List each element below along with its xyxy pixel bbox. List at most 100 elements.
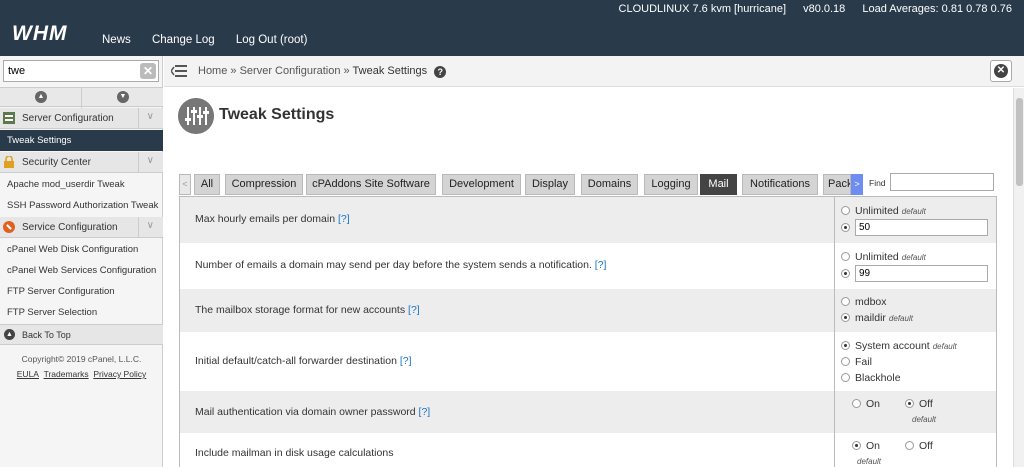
sidebar-item-webdisk-config[interactable]: cPanel Web Disk Configuration (0, 239, 163, 260)
setting-row: Max hourly emails per domain [?] Unlimit… (180, 197, 996, 243)
tab-domains[interactable]: Domains (581, 174, 638, 195)
tabs-prev-button[interactable]: < (179, 174, 191, 195)
tab-display[interactable]: Display (525, 174, 575, 195)
sidebar-group-service-configuration[interactable]: Service Configuration ∨ (0, 217, 163, 238)
setting-options: On Off default (834, 433, 996, 467)
privacy-policy-link[interactable]: Privacy Policy (93, 369, 146, 379)
help-link[interactable]: [?] (400, 355, 412, 367)
changelog-link[interactable]: Change Log (152, 34, 215, 46)
help-icon[interactable]: ? (434, 66, 447, 78)
tabs-next-button[interactable]: > (851, 174, 863, 195)
setting-label: Initial default/catch-all forwarder dest… (195, 355, 397, 367)
back-to-top-button[interactable]: ▲ Back To Top (0, 324, 163, 345)
load-averages: Load Averages: 0.81 0.78 0.76 (862, 3, 1012, 15)
find-label: Find (869, 178, 886, 188)
chevron-down-icon[interactable]: ∨ (147, 220, 154, 231)
radio-off[interactable]: Off (905, 398, 933, 410)
eula-link[interactable]: EULA (17, 369, 39, 379)
whm-logo[interactable]: WHM (12, 22, 88, 44)
radio-system-account[interactable]: System account default (841, 340, 957, 352)
setting-row: Mail authentication via domain owner pas… (180, 391, 996, 433)
radio-blackhole[interactable]: Blackhole (841, 372, 901, 384)
radio-unlimited[interactable]: Unlimited default (841, 205, 926, 217)
settings-table: Max hourly emails per domain [?] Unlimit… (179, 196, 997, 467)
sidebar-search-input[interactable]: twe ✕ (3, 60, 159, 82)
radio-on[interactable]: On (852, 440, 880, 452)
radio-unlimited[interactable]: Unlimited default (841, 251, 926, 263)
sidebar-item-apache-userdir[interactable]: Apache mod_userdir Tweak (0, 174, 163, 195)
version-info: v80.0.18 (803, 3, 846, 15)
sidebar-scroll-arrows: ▲ ▼ (0, 87, 163, 108)
tab-packages[interactable]: Pack (823, 174, 851, 195)
breadcrumb-server-configuration[interactable]: Server Configuration (240, 65, 341, 77)
breadcrumb-home[interactable]: Home (198, 65, 227, 77)
radio-maildir[interactable]: maildir default (841, 312, 913, 324)
help-link[interactable]: [?] (595, 259, 607, 271)
page-scrollbar[interactable] (1013, 88, 1024, 467)
tweak-settings-icon (178, 98, 214, 134)
radio-on[interactable]: On (852, 398, 880, 410)
scroll-up-icon[interactable]: ▲ (35, 91, 47, 103)
tab-all[interactable]: All (194, 174, 220, 195)
logout-link[interactable]: Log Out (root) (236, 34, 308, 46)
clear-search-icon[interactable]: ✕ (140, 63, 156, 79)
setting-row: The mailbox storage format for new accou… (180, 289, 996, 332)
menu-toggle-icon[interactable] (171, 64, 187, 78)
back-to-top-label: Back To Top (22, 330, 71, 340)
chevron-down-icon[interactable]: ∨ (147, 155, 154, 166)
scroll-down-icon[interactable]: ▼ (117, 91, 129, 103)
sidebar-footer: Copyright© 2019 cPanel, L.L.C. EULA Trad… (0, 352, 163, 382)
setting-options: Unlimited default 99 (834, 243, 996, 289)
setting-label: Mail authentication via domain owner pas… (195, 406, 416, 418)
tab-development[interactable]: Development (442, 174, 521, 195)
default-note: default (912, 415, 937, 424)
group-label: Server Configuration (22, 113, 114, 124)
tab-compression[interactable]: Compression (225, 174, 303, 195)
radio-fail[interactable]: Fail (841, 356, 872, 368)
sidebar-item-ftp-selection[interactable]: FTP Server Selection (0, 302, 163, 323)
top-bar: WHM News Change Log Log Out (root) CLOUD… (0, 0, 1024, 56)
radio-off[interactable]: Off (905, 440, 933, 452)
trademarks-link[interactable]: Trademarks (44, 369, 89, 379)
setting-row: Initial default/catch-all forwarder dest… (180, 332, 996, 391)
help-link[interactable]: [?] (338, 213, 350, 225)
setting-row: Number of emails a domain may send per d… (180, 243, 996, 289)
max-hourly-emails-input[interactable]: 50 (855, 219, 988, 236)
setting-options: On Off default (834, 391, 996, 433)
default-note: default (857, 457, 882, 466)
sidebar-group-security-center[interactable]: Security Center ∨ (0, 152, 163, 173)
help-link[interactable]: [?] (408, 304, 420, 316)
breadcrumb-bar: Home » Server Configuration » Tweak Sett… (164, 56, 1024, 87)
close-icon: ✕ (994, 64, 1008, 78)
setting-options: Unlimited default 50 (834, 197, 996, 243)
system-info: CLOUDLINUX 7.6 kvm [hurricane] v80.0.18 … (605, 3, 1012, 15)
scrollbar-thumb[interactable] (1016, 98, 1023, 186)
help-link[interactable]: [?] (419, 406, 431, 418)
sidebar-group-server-configuration[interactable]: Server Configuration ∨ (0, 108, 163, 129)
search-value: twe (8, 65, 26, 77)
sidebar-item-ftp-config[interactable]: FTP Server Configuration (0, 281, 163, 302)
sidebar-item-ssh-password[interactable]: SSH Password Authorization Tweak (0, 195, 163, 216)
sidebar: twe ✕ ▲ ▼ Server Configuration ∨ Tweak S… (0, 56, 163, 467)
setting-options: mdbox maildir default (834, 289, 996, 332)
sidebar-item-webservices-config[interactable]: cPanel Web Services Configuration (0, 260, 163, 281)
lock-icon (4, 156, 14, 168)
radio-custom[interactable] (841, 222, 855, 234)
tab-logging[interactable]: Logging (644, 174, 698, 195)
find-input[interactable] (890, 173, 994, 191)
server-config-icon (3, 112, 15, 124)
tab-cpaddons[interactable]: cPAddons Site Software (306, 174, 436, 195)
wrench-icon (3, 221, 15, 233)
radio-mdbox[interactable]: mdbox (841, 296, 887, 308)
news-link[interactable]: News (102, 34, 131, 46)
setting-options: System account default Fail Blackhole (834, 332, 996, 391)
copyright-text: Copyright© 2019 cPanel, L.L.C. (21, 354, 142, 364)
radio-custom[interactable] (841, 268, 855, 280)
server-info: CLOUDLINUX 7.6 kvm [hurricane] (618, 3, 787, 15)
sidebar-item-tweak-settings[interactable]: Tweak Settings (0, 130, 163, 151)
tab-notifications[interactable]: Notifications (742, 174, 818, 195)
tab-mail[interactable]: Mail (700, 174, 737, 195)
daily-emails-notify-input[interactable]: 99 (855, 265, 988, 282)
chevron-down-icon[interactable]: ∨ (147, 111, 154, 122)
close-button[interactable]: ✕ (990, 60, 1012, 82)
